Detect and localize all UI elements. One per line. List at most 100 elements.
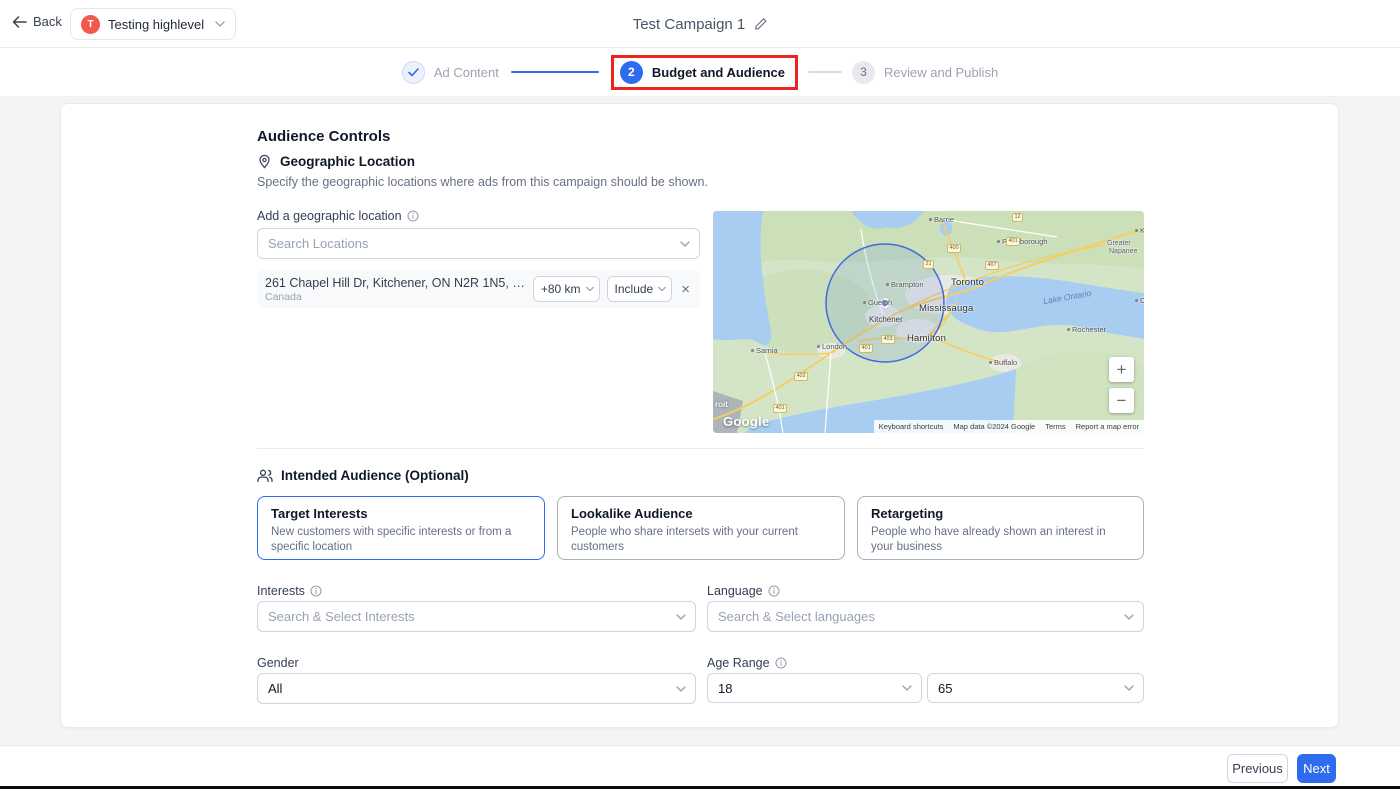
users-icon: [257, 468, 273, 483]
zoom-in-button[interactable]: +: [1109, 357, 1134, 382]
step-2-label: Budget and Audience: [652, 65, 785, 80]
info-icon[interactable]: [768, 585, 780, 597]
option-target-interests[interactable]: Target Interests New customers with spec…: [257, 496, 545, 560]
map-canvas: [713, 211, 1144, 433]
option-description: People who share intersets with your cur…: [571, 525, 831, 555]
chevron-down-icon: [1124, 685, 1134, 691]
map-label: Rochester: [1067, 325, 1106, 334]
chevron-down-icon: [676, 686, 686, 692]
map-label: roit: [715, 400, 728, 409]
map-label: Sarnia: [751, 346, 778, 355]
location-country: Canada: [265, 291, 526, 303]
account-selector[interactable]: T Testing highlevel: [70, 8, 236, 40]
previous-button[interactable]: Previous: [1227, 754, 1288, 783]
info-icon[interactable]: [775, 657, 787, 669]
map-label: Peterborough: [997, 237, 1047, 246]
keyboard-shortcuts-link[interactable]: Keyboard shortcuts: [879, 422, 944, 431]
interests-label: Interests: [257, 584, 305, 598]
option-description: New customers with specific interests or…: [271, 525, 531, 555]
geographic-location-description: Specify the geographic locations where a…: [257, 175, 708, 189]
highway-shield: 401: [859, 344, 873, 353]
arrow-left-icon: [12, 16, 27, 28]
map-label: Buffalo: [989, 358, 1017, 367]
section-divider: [257, 448, 1144, 449]
language-select[interactable]: Search & Select languages: [707, 601, 1144, 632]
chevron-down-icon: [680, 241, 690, 247]
radius-select[interactable]: +80 km: [533, 276, 600, 302]
option-description: People who have already shown an interes…: [871, 525, 1130, 555]
step-budget-audience[interactable]: 2 Budget and Audience: [620, 61, 785, 84]
highway-shield: 403: [881, 335, 895, 344]
zoom-out-button[interactable]: −: [1109, 388, 1134, 413]
gender-select[interactable]: All: [257, 673, 696, 704]
section-title: Audience Controls: [257, 128, 390, 145]
step-3-label: Review and Publish: [884, 65, 998, 80]
option-lookalike-audience[interactable]: Lookalike Audience People who share inte…: [557, 496, 845, 560]
map-label: London: [817, 342, 847, 351]
chevron-down-icon: [215, 21, 225, 27]
map-label: Barrie: [929, 215, 954, 224]
interests-placeholder: Search & Select Interests: [268, 609, 415, 624]
top-header: Back T Testing highlevel Test Campaign 1: [0, 0, 1400, 48]
step-review-publish[interactable]: 3 Review and Publish: [852, 61, 998, 84]
step-ad-content[interactable]: Ad Content: [402, 61, 499, 84]
highway-shield: 401: [1006, 237, 1020, 246]
map-label: Toronto: [951, 277, 984, 288]
chevron-down-icon: [902, 685, 912, 691]
intended-audience-heading: Intended Audience (Optional): [257, 468, 469, 483]
page-title: Test Campaign 1: [633, 16, 746, 33]
google-logo[interactable]: Google: [723, 414, 770, 429]
back-button[interactable]: Back: [12, 14, 62, 29]
map-label: Guelph: [863, 298, 892, 307]
option-title: Retargeting: [871, 506, 1130, 521]
location-row: 261 Chapel Hill Dr, Kitchener, ON N2R 1N…: [257, 270, 700, 308]
search-locations-select[interactable]: Search Locations: [257, 228, 700, 259]
chevron-down-icon: [658, 287, 666, 292]
search-locations-placeholder: Search Locations: [268, 236, 368, 251]
audience-controls-card: Audience Controls Geographic Location Sp…: [60, 103, 1339, 728]
back-label: Back: [33, 14, 62, 29]
add-location-label: Add a geographic location: [257, 209, 402, 223]
info-icon[interactable]: [310, 585, 322, 597]
report-map-error-link[interactable]: Report a map error: [1076, 422, 1139, 431]
gender-label: Gender: [257, 656, 299, 670]
geographic-location-label: Geographic Location: [280, 154, 415, 169]
gender-value: All: [268, 681, 282, 696]
language-placeholder: Search & Select languages: [718, 609, 875, 624]
include-exclude-select[interactable]: Include: [607, 276, 673, 302]
interests-label-row: Interests: [257, 584, 322, 598]
account-avatar: T: [81, 15, 100, 34]
terms-link[interactable]: Terms: [1045, 422, 1065, 431]
map-zoom-controls: + −: [1109, 357, 1134, 413]
highway-shield: 12: [1012, 213, 1023, 222]
footer-bar: Previous Next: [0, 745, 1400, 786]
map-label: Os: [1135, 296, 1144, 305]
annotation-highlight: 2 Budget and Audience: [611, 55, 798, 90]
stepper: Ad Content 2 Budget and Audience 3 Revie…: [0, 48, 1400, 97]
option-retargeting[interactable]: Retargeting People who have already show…: [857, 496, 1144, 560]
highway-shield: 407: [985, 261, 999, 270]
geographic-location-heading: Geographic Location: [257, 154, 415, 169]
edit-pencil-icon[interactable]: [753, 17, 767, 31]
next-button[interactable]: Next: [1297, 754, 1336, 783]
map-label: Napanee: [1109, 248, 1137, 255]
highway-shield: 402: [794, 372, 808, 381]
remove-location-button[interactable]: ×: [679, 282, 692, 297]
map[interactable]: Barrie Peterborough Greater Napanee Kin …: [713, 211, 1144, 433]
step-1-check-circle: [402, 61, 425, 84]
map-pin-icon: [257, 154, 272, 169]
add-location-label-row: Add a geographic location: [257, 209, 419, 223]
map-label: Greater: [1107, 240, 1131, 247]
age-min-select[interactable]: 18: [707, 673, 922, 703]
highway-shield: 401: [773, 404, 787, 413]
intended-audience-label: Intended Audience (Optional): [281, 468, 469, 483]
map-data-text: Map data ©2024 Google: [953, 422, 1035, 431]
location-address: 261 Chapel Hill Dr, Kitchener, ON N2R 1N…: [265, 276, 526, 290]
age-max-select[interactable]: 65: [927, 673, 1144, 703]
info-icon[interactable]: [407, 210, 419, 222]
age-max-value: 65: [938, 681, 952, 696]
account-name: Testing highlevel: [108, 17, 207, 32]
interests-select[interactable]: Search & Select Interests: [257, 601, 696, 632]
option-title: Lookalike Audience: [571, 506, 831, 521]
step-2-circle: 2: [620, 61, 643, 84]
